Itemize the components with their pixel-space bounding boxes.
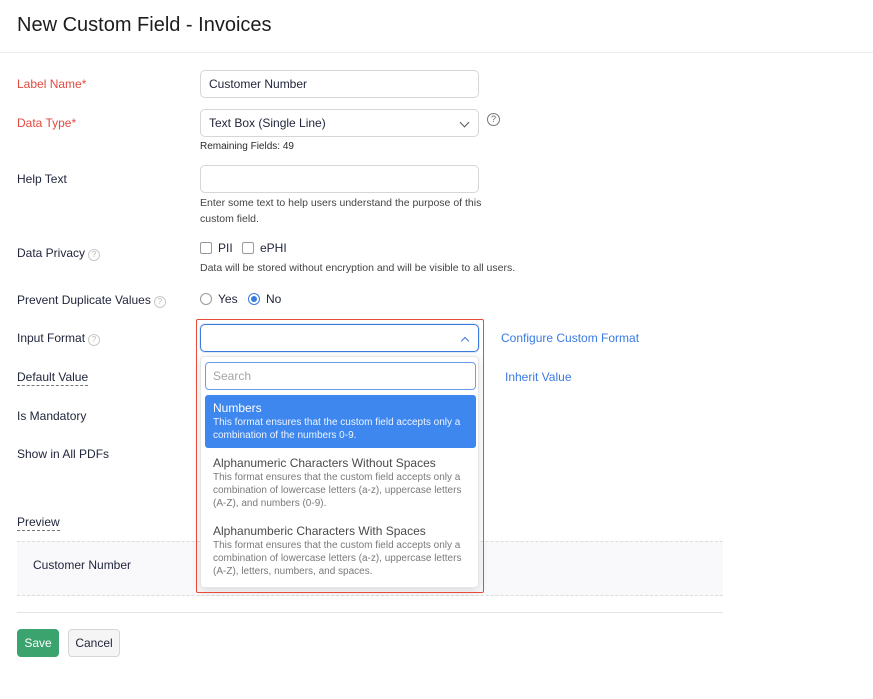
radio-yes-label: Yes: [218, 292, 238, 306]
help-text-input[interactable]: [200, 165, 479, 193]
highlight-box: [196, 319, 484, 593]
input-format-label: Input Format?: [17, 331, 101, 346]
prevent-duplicates-label-text: Prevent Duplicate Values: [17, 293, 151, 307]
pii-label: PII: [218, 241, 233, 255]
data-privacy-note: Data will be stored without encryption a…: [200, 262, 516, 274]
cancel-button[interactable]: Cancel: [68, 629, 120, 657]
pii-checkbox[interactable]: [200, 242, 212, 254]
footer-divider: [17, 612, 723, 613]
configure-custom-format-link[interactable]: Configure Custom Format: [501, 331, 639, 345]
help-text-hint: Enter some text to help users understand…: [200, 197, 482, 225]
data-type-label: Data Type*: [17, 116, 77, 130]
prevent-duplicates-label: Prevent Duplicate Values?: [17, 293, 166, 308]
radio-no-label: No: [266, 292, 282, 306]
save-button[interactable]: Save: [17, 629, 59, 657]
preview-heading: Preview: [17, 515, 60, 531]
inherit-value-link[interactable]: Inherit Value: [505, 370, 572, 384]
preview-field-label: Customer Number: [33, 558, 132, 572]
label-name-value: Customer Number: [209, 77, 308, 91]
info-icon[interactable]: ?: [88, 334, 101, 346]
label-name-input[interactable]: Customer Number: [200, 70, 479, 98]
label-name-label: Label Name*: [17, 77, 87, 91]
data-privacy-label-text: Data Privacy: [17, 246, 86, 260]
default-value-label: Default Value: [17, 370, 89, 386]
input-format-label-text: Input Format: [17, 331, 86, 345]
ephi-checkbox[interactable]: [242, 242, 254, 254]
remaining-fields: Remaining Fields: 49: [200, 141, 294, 152]
data-type-select[interactable]: Text Box (Single Line): [200, 109, 479, 137]
page-header: New Custom Field - Invoices: [0, 0, 873, 53]
question-icon[interactable]: ?: [487, 113, 500, 126]
data-privacy-label: Data Privacy?: [17, 246, 101, 261]
help-text-label: Help Text: [17, 172, 67, 186]
ephi-label: ePHI: [260, 241, 287, 255]
info-icon[interactable]: ?: [88, 249, 101, 261]
chevron-down-icon: [459, 117, 470, 128]
info-icon[interactable]: ?: [153, 296, 166, 308]
radio-yes[interactable]: [200, 293, 212, 305]
radio-no[interactable]: [248, 293, 260, 305]
show-in-pdfs-label: Show in All PDFs: [17, 447, 110, 461]
is-mandatory-label: Is Mandatory: [17, 409, 87, 423]
page-title: New Custom Field - Invoices: [17, 14, 272, 36]
data-type-value: Text Box (Single Line): [209, 116, 326, 130]
